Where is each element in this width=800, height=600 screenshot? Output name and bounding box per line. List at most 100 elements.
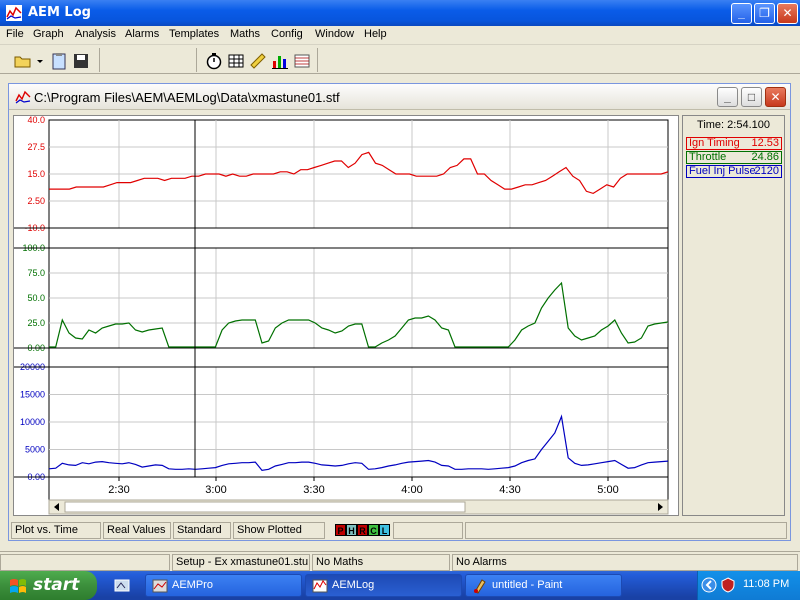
menu-help[interactable]: Help: [364, 28, 387, 40]
menu-maths[interactable]: Maths: [230, 28, 260, 40]
legend-value: 2120: [754, 165, 779, 177]
y-tick-label: 75.0: [27, 268, 45, 278]
menu-config[interactable]: Config: [271, 28, 303, 40]
table-icon[interactable]: [227, 52, 245, 70]
task-label: AEMLog: [332, 579, 375, 591]
app-title-bar[interactable]: AEM Log _ ❐ ✕: [0, 0, 800, 26]
alarms-status: No Alarms: [452, 554, 798, 571]
setup-status: Setup - Ex xmastune01.stu: [172, 554, 310, 571]
y-tick-label: 2.50: [27, 196, 45, 206]
paint-icon: [474, 579, 486, 594]
ruler-icon[interactable]: [249, 52, 267, 70]
start-label: start: [33, 575, 80, 595]
task-label: untitled - Paint: [492, 579, 563, 591]
legend-name: Ign Timing: [689, 137, 740, 149]
multi-panel-line-chart[interactable]: 40.027.515.02.50-10.0100.075.050.025.00.…: [14, 116, 678, 515]
x-tick-label: 4:30: [499, 484, 520, 496]
save-icon[interactable]: [72, 52, 90, 70]
value-mode[interactable]: Real Values: [103, 522, 171, 539]
taskbar: start AEMPro AEMLog untitled - Paint 11:…: [0, 571, 800, 600]
l-toggle[interactable]: L: [379, 524, 390, 536]
grid-icon[interactable]: [293, 52, 311, 70]
y-tick-label: 25.0: [27, 318, 45, 328]
minimize-button[interactable]: _: [731, 3, 752, 24]
x-tick-label: 3:30: [303, 484, 324, 496]
minimize-icon: _: [738, 6, 745, 20]
legend-item-ign-timing[interactable]: Ign Timing 12.53: [686, 137, 782, 150]
open-folder-icon[interactable]: [14, 52, 32, 70]
minimize-icon: _: [724, 90, 731, 104]
menu-window[interactable]: Window: [315, 28, 354, 40]
task-label: AEMPro: [172, 579, 213, 591]
close-icon: ✕: [782, 6, 793, 20]
status-empty-2: [465, 522, 787, 539]
menu-file[interactable]: File: [6, 28, 24, 40]
x-tick-label: 5:00: [597, 484, 618, 496]
maximize-icon: □: [747, 90, 756, 104]
restore-icon: ❐: [759, 6, 770, 20]
window-close-button[interactable]: ✕: [765, 87, 786, 107]
window-minimize-button[interactable]: _: [717, 87, 738, 107]
plot-status-bar: Plot vs. Time Real Values Standard Show …: [9, 520, 790, 540]
r-toggle[interactable]: R: [357, 524, 368, 536]
task-aempro[interactable]: AEMPro: [145, 574, 302, 597]
task-aemlog[interactable]: AEMLog: [305, 574, 462, 597]
dropdown-arrow-icon[interactable]: [36, 52, 44, 70]
maths-status: No Maths: [312, 554, 450, 571]
scroll-thumb: [64, 501, 466, 513]
legend-item-fuel-inj-pulse[interactable]: Fuel Inj Pulse 2120: [686, 165, 782, 178]
restore-button[interactable]: ❐: [754, 3, 775, 24]
toolbar: [0, 46, 800, 74]
windows-flag-icon: [10, 579, 26, 593]
x-tick-label: 2:30: [108, 484, 129, 496]
log-window: C:\Program Files\AEM\AEMLog\Data\xmastun…: [8, 83, 791, 541]
menu-analysis[interactable]: Analysis: [75, 28, 116, 40]
task-paint[interactable]: untitled - Paint: [465, 574, 622, 597]
aemlog-icon: [312, 579, 328, 593]
style-mode[interactable]: Standard: [173, 522, 231, 539]
p-toggle[interactable]: P: [335, 524, 346, 536]
toolbar-group-file: [4, 48, 100, 72]
legend-name: Fuel Inj Pulse: [689, 165, 756, 177]
channel-panel: Time: 2:54.100 Ign Timing 12.53 Throttle…: [682, 115, 785, 516]
y-tick-label: 15000: [20, 390, 45, 400]
security-shield-icon[interactable]: [720, 577, 736, 593]
menu-templates[interactable]: Templates: [169, 28, 219, 40]
legend-name: Throttle: [689, 151, 727, 163]
menu-graph[interactable]: Graph: [33, 28, 64, 40]
y-tick-label: 10000: [20, 417, 45, 427]
plot-area[interactable]: 40.0 27.5 15.0 2.50 -10.0 100.0 75.0 50.0 25.0 0.…: [13, 115, 679, 516]
window-maximize-button[interactable]: □: [741, 87, 762, 107]
toolbar-group-tools: [196, 48, 318, 72]
menu-bar: File Graph Analysis Alarms Templates Mat…: [0, 26, 800, 45]
close-button[interactable]: ✕: [777, 3, 798, 24]
app-title: AEM Log: [28, 5, 91, 20]
tray-collapse-icon[interactable]: [701, 577, 717, 593]
x-tick-label: 4:00: [401, 484, 422, 496]
y-tick-label: 15.0: [27, 169, 45, 179]
y-tick-label: 27.5: [27, 142, 45, 152]
stopwatch-icon[interactable]: [205, 52, 223, 70]
show-mode[interactable]: Show Plotted: [233, 522, 325, 539]
log-window-title: C:\Program Files\AEM\AEMLog\Data\xmastun…: [34, 90, 340, 105]
close-icon: ✕: [770, 90, 781, 104]
log-window-title-bar[interactable]: C:\Program Files\AEM\AEMLog\Data\xmastun…: [9, 84, 790, 110]
start-button[interactable]: start: [0, 571, 97, 600]
clock: 11:08 PM: [743, 578, 790, 590]
legend-item-throttle[interactable]: Throttle 24.86: [686, 151, 782, 164]
app-status-bar: Setup - Ex xmastune01.stu No Maths No Al…: [0, 551, 800, 571]
bar-chart-icon[interactable]: [271, 52, 289, 70]
h-toggle[interactable]: H: [346, 524, 357, 536]
quick-launch-icon[interactable]: [113, 577, 131, 595]
clipboard-icon[interactable]: [50, 52, 68, 70]
menu-alarms[interactable]: Alarms: [125, 28, 159, 40]
plot-mode[interactable]: Plot vs. Time: [11, 522, 101, 539]
y-tick-label: 50.0: [27, 293, 45, 303]
y-tick-label: 40.0: [27, 116, 45, 125]
chart-icon: [6, 5, 22, 21]
legend-value: 12.53: [751, 137, 779, 149]
c-toggle[interactable]: C: [368, 524, 379, 536]
aempro-icon: [152, 579, 168, 593]
cursor-time: Time: 2:54.100: [697, 119, 770, 131]
status-empty: [0, 554, 170, 571]
